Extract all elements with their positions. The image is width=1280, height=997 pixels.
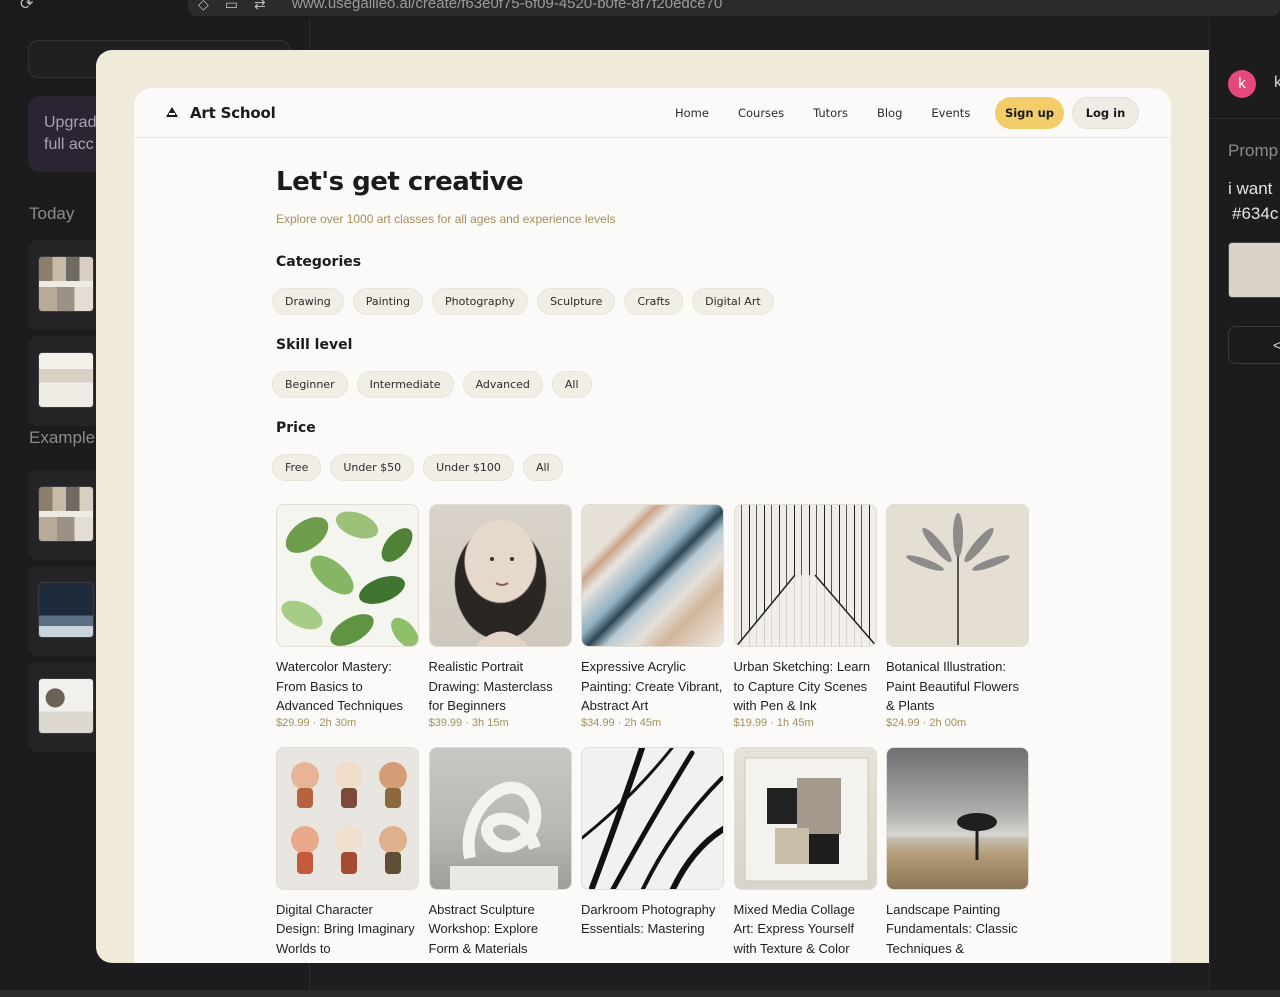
preview-modal: Art School Home Courses Tutors Blog Even… — [96, 50, 1209, 963]
login-button[interactable]: Log in — [1072, 97, 1139, 129]
main-nav: Home Courses Tutors Blog Events — [675, 106, 970, 120]
logo-text: Art School — [190, 104, 276, 122]
url-text[interactable]: www.usegalileo.ai/create/f63e0f75-6f09-4… — [292, 0, 722, 12]
course-meta: $24.99 · 2h 00m — [886, 716, 967, 729]
course-title[interactable]: Realistic Portrait Drawing: Masterclass … — [429, 657, 572, 716]
categories-chips: Drawing Painting Photography Sculpture C… — [272, 288, 774, 315]
course-meta: $39.99 · 3h 15m — [428, 716, 509, 729]
chip-price-all[interactable]: All — [522, 454, 563, 481]
address-bar[interactable]: ◇ ▭ ⇄ www.usegalileo.ai/create/f63e0f75-… — [188, 0, 1280, 16]
course-card[interactable]: Mixed Media Collage Art: Express Yoursel… — [733, 746, 877, 960]
course-card[interactable]: Urban Sketching: Learn to Capture City S… — [733, 504, 877, 729]
chip-under-50[interactable]: Under $50 — [330, 454, 415, 481]
permissions-icon[interactable]: ⇄ — [254, 0, 266, 13]
chip-advanced[interactable]: Advanced — [462, 371, 543, 398]
right-panel: k k Promp i want #634c </> — [1209, 18, 1280, 997]
course-title[interactable]: Abstract Sculpture Workshop: Explore For… — [429, 900, 572, 959]
course-title[interactable]: Watercolor Mastery: From Basics to Advan… — [276, 657, 419, 716]
bottom-edge — [0, 990, 1280, 997]
code-icon: </> — [1273, 337, 1280, 353]
price-chips: Free Under $50 Under $100 All — [272, 454, 563, 481]
chip-skill-all[interactable]: All — [551, 371, 592, 398]
site-header: Art School Home Courses Tutors Blog Even… — [134, 88, 1171, 138]
course-image-characters[interactable] — [276, 746, 419, 890]
course-title[interactable]: Urban Sketching: Learn to Capture City S… — [734, 657, 877, 716]
example-thumbnail — [38, 582, 94, 638]
course-title[interactable]: Digital Character Design: Bring Imaginar… — [276, 900, 419, 959]
price-heading: Price — [276, 420, 316, 436]
course-title[interactable]: Landscape Painting Fundamentals: Classic… — [886, 900, 1029, 959]
categories-heading: Categories — [276, 254, 362, 270]
course-title[interactable]: Expressive Acrylic Painting: Create Vibr… — [581, 657, 724, 716]
course-image-watercolor[interactable] — [276, 504, 419, 647]
page-title: Let's get creative — [276, 167, 524, 197]
course-card[interactable]: Abstract Sculpture Workshop: Explore For… — [428, 746, 572, 960]
course-title[interactable]: Darkroom Photography Essentials: Masteri… — [581, 900, 724, 939]
triangle-logo-icon — [166, 107, 178, 119]
code-button[interactable]: </> — [1228, 326, 1280, 364]
course-image-sculpture[interactable] — [428, 746, 572, 890]
user-name: k — [1274, 74, 1280, 91]
course-image-darkroom[interactable] — [581, 746, 724, 890]
divider — [1210, 118, 1280, 119]
course-card[interactable]: Botanical Illustration: Paint Beautiful … — [886, 504, 1029, 729]
nav-link-courses[interactable]: Courses — [738, 106, 784, 120]
chip-under-100[interactable]: Under $100 — [423, 454, 514, 481]
example-thumbnail — [38, 678, 94, 734]
prompt-thumbnail[interactable] — [1228, 242, 1280, 298]
course-card[interactable]: Expressive Acrylic Painting: Create Vibr… — [581, 504, 724, 729]
chip-painting[interactable]: Painting — [352, 288, 423, 315]
nav-link-home[interactable]: Home — [675, 106, 709, 120]
course-image-acrylic[interactable] — [581, 504, 724, 647]
chip-free[interactable]: Free — [272, 454, 322, 481]
course-image-botanical[interactable] — [886, 504, 1029, 647]
history-thumbnail — [38, 352, 94, 408]
course-image-landscape[interactable] — [886, 746, 1029, 890]
chip-beginner[interactable]: Beginner — [272, 371, 348, 398]
course-image-collage[interactable] — [733, 746, 877, 890]
course-meta: $29.99 · 2h 30m — [276, 716, 357, 729]
chip-digital-art[interactable]: Digital Art — [692, 288, 774, 315]
chip-drawing[interactable]: Drawing — [272, 288, 344, 315]
course-title[interactable]: Mixed Media Collage Art: Express Yoursel… — [734, 900, 877, 959]
logo[interactable]: Art School — [166, 104, 276, 122]
course-card[interactable]: Darkroom Photography Essentials: Masteri… — [581, 746, 724, 960]
course-card[interactable]: Watercolor Mastery: From Basics to Advan… — [276, 504, 419, 729]
course-image-portrait[interactable] — [428, 504, 572, 647]
chip-sculpture[interactable]: Sculpture — [537, 288, 616, 315]
chip-crafts[interactable]: Crafts — [624, 288, 684, 315]
prompt-line-1: i want — [1228, 179, 1273, 198]
course-card[interactable]: Landscape Painting Fundamentals: Classic… — [886, 746, 1029, 960]
user-avatar[interactable]: k — [1228, 70, 1256, 98]
shield-icon[interactable]: ◇ — [198, 0, 209, 13]
example-thumbnail — [38, 486, 94, 542]
course-meta: $19.99 · 1h 45m — [733, 716, 814, 729]
nav-link-tutors[interactable]: Tutors — [813, 106, 848, 120]
prompt-label: Promp — [1228, 141, 1279, 160]
prompt-line-2: #634c — [1232, 204, 1279, 223]
signup-button[interactable]: Sign up — [995, 97, 1064, 129]
course-meta: $34.99 · 2h 45m — [581, 716, 662, 729]
prompt-text: i want #634c — [1228, 176, 1278, 226]
reload-icon[interactable]: ⟳ — [20, 0, 33, 14]
course-grid: Watercolor Mastery: From Basics to Advan… — [276, 504, 1036, 959]
chip-photography[interactable]: Photography — [431, 288, 529, 315]
today-heading: Today — [29, 204, 75, 223]
nav-link-blog[interactable]: Blog — [877, 106, 902, 120]
page-icon[interactable]: ▭ — [225, 0, 238, 13]
course-title[interactable]: Botanical Illustration: Paint Beautiful … — [886, 657, 1029, 716]
website-preview: Art School Home Courses Tutors Blog Even… — [134, 88, 1171, 963]
chip-intermediate[interactable]: Intermediate — [356, 371, 454, 398]
skill-level-heading: Skill level — [276, 337, 353, 353]
course-card[interactable]: Digital Character Design: Bring Imaginar… — [276, 746, 419, 960]
nav-link-events[interactable]: Events — [931, 106, 970, 120]
history-thumbnail — [38, 256, 94, 312]
course-card[interactable]: Realistic Portrait Drawing: Masterclass … — [428, 504, 572, 729]
page-subtitle: Explore over 1000 art classes for all ag… — [276, 212, 616, 226]
examples-heading: Example — [29, 428, 96, 447]
course-image-city-sketch[interactable] — [733, 504, 877, 647]
skill-level-chips: Beginner Intermediate Advanced All — [272, 371, 592, 398]
